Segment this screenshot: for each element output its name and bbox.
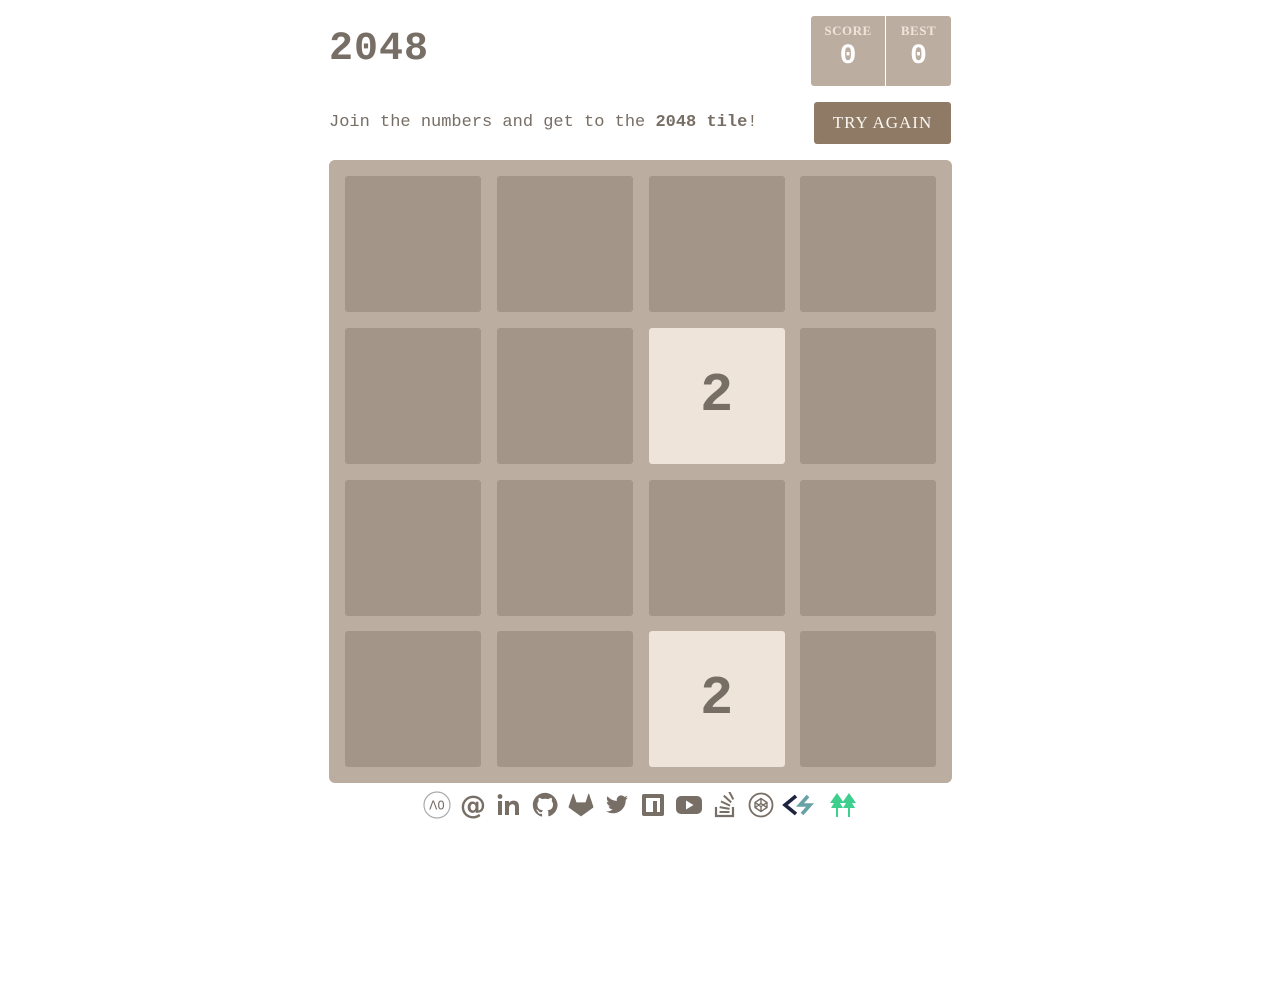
codersrank-icon[interactable] [782, 788, 822, 822]
grid-cell [648, 176, 785, 312]
game-title: 2048 [329, 27, 430, 72]
grid-cell [345, 327, 481, 464]
tile-2: 2 [648, 327, 785, 464]
score-value: 0 [839, 41, 857, 72]
social-links: Λ0 @ [0, 788, 1280, 822]
npm-icon[interactable] [638, 788, 668, 822]
gitlab-icon[interactable] [566, 788, 596, 822]
stackoverflow-icon[interactable] [710, 788, 740, 822]
tile-2: 2 [648, 631, 785, 768]
codepen-icon[interactable] [746, 788, 776, 822]
grid-cell [800, 176, 937, 312]
grid-cell [345, 176, 481, 312]
email-at-icon[interactable]: @ [458, 788, 488, 822]
intro-text: Join the numbers and get to the [329, 113, 656, 132]
game-container: 2048 SCORE 0 BEST 0 Join the numbers and… [329, 0, 952, 783]
svg-text:@: @ [460, 791, 486, 819]
best-value: 0 [910, 41, 927, 72]
grid-cell [496, 631, 633, 768]
grid-cell [800, 327, 937, 464]
score-label: SCORE [824, 23, 872, 38]
svg-text:Λ0: Λ0 [429, 799, 445, 813]
github-icon[interactable] [530, 788, 560, 822]
a0-icon[interactable]: Λ0 [422, 788, 452, 822]
game-board[interactable]: 22 [329, 160, 952, 783]
grid-cell [648, 479, 785, 616]
grid-cell [496, 176, 633, 312]
grid-cell [800, 631, 937, 768]
scores-container: SCORE 0 BEST 0 [811, 16, 951, 86]
grid-cell [496, 479, 633, 616]
try-again-button[interactable]: TRY AGAIN [814, 102, 951, 144]
game-heading: 2048 SCORE 0 BEST 0 [329, 0, 951, 100]
linktree-icon[interactable] [828, 788, 858, 822]
youtube-icon[interactable] [674, 788, 704, 822]
intro-goal: 2048 tile [655, 113, 748, 132]
intro-suffix: ! [747, 113, 758, 132]
game-intro: Join the numbers and get to the 2048 til… [329, 112, 757, 134]
grid-cell [496, 327, 633, 464]
twitter-icon[interactable] [602, 788, 632, 822]
grid-cell [800, 479, 937, 616]
linkedin-icon[interactable] [494, 788, 524, 822]
grid-cell [345, 479, 481, 616]
score-box: SCORE 0 [811, 16, 885, 86]
best-label: BEST [900, 23, 937, 38]
best-score-box: BEST 0 [886, 16, 951, 86]
grid-cell [345, 631, 481, 768]
